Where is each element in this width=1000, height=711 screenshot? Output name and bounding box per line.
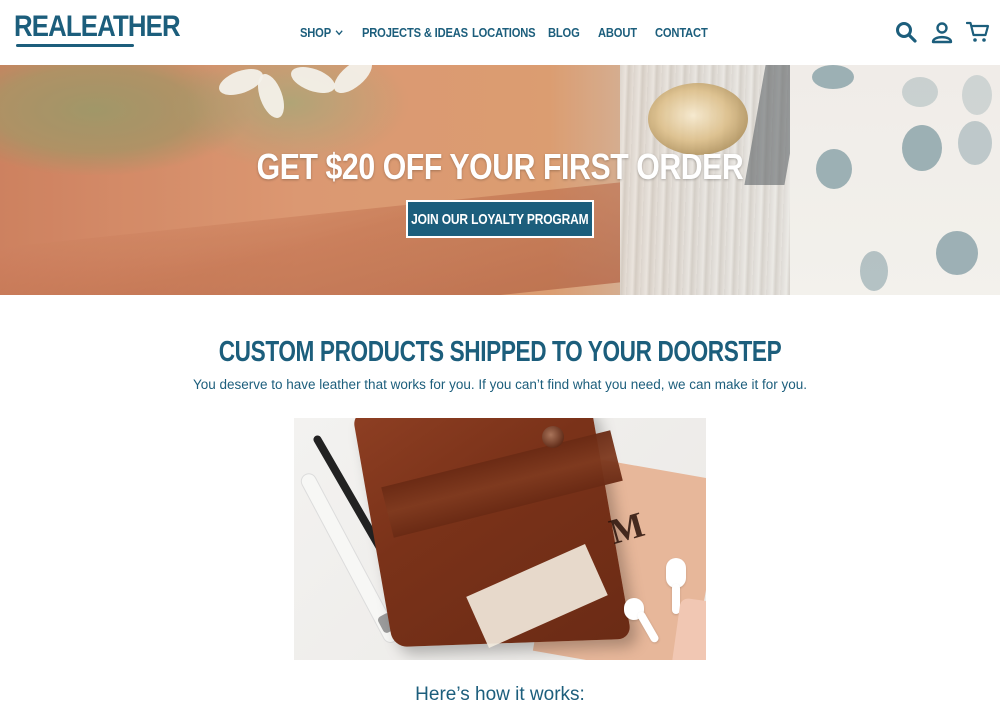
product-image: M [294, 418, 706, 660]
loyalty-program-button[interactable]: JOIN OUR LOYALTY PROGRAM [406, 200, 594, 238]
loyalty-program-button-label: JOIN OUR LOYALTY PROGRAM [411, 210, 589, 228]
search-icon[interactable] [894, 20, 918, 44]
snap-button [542, 426, 564, 448]
site-header: REALEATHER SHOP PROJECTS & IDEAS LOCATIO… [0, 0, 1000, 65]
nav-item-about[interactable]: ABOUT [598, 25, 647, 40]
nav-item-locations[interactable]: LOCATIONS [472, 25, 537, 40]
section-subtitle: You deserve to have leather that works f… [192, 377, 808, 392]
nav-item-contact[interactable]: CONTACT [655, 25, 708, 40]
cart-icon[interactable] [966, 20, 990, 44]
section-title: CUSTOM PRODUCTS SHIPPED TO YOUR DOORSTEP [218, 336, 782, 368]
chevron-down-icon [335, 29, 343, 35]
hero-banner: GET $20 OFF YOUR FIRST ORDER JOIN OUR LO… [0, 65, 1000, 295]
header-icons [894, 20, 990, 44]
how-it-works-heading: Here’s how it works: [415, 684, 585, 705]
logo-underline [16, 44, 134, 47]
account-icon[interactable] [930, 20, 954, 44]
site-logo[interactable]: REALEATHER [14, 12, 181, 42]
nav-item-projects-ideas[interactable]: PROJECTS & IDEAS [362, 25, 468, 40]
nav-item-blog[interactable]: BLOG [548, 25, 591, 40]
nav-item-label: SHOP [300, 24, 332, 40]
hero-title: GET $20 OFF YOUR FIRST ORDER [256, 146, 744, 187]
main-nav: SHOP PROJECTS & IDEAS LOCATIONS BLOG ABO… [300, 22, 715, 42]
nav-item-shop[interactable]: SHOP [300, 25, 353, 40]
